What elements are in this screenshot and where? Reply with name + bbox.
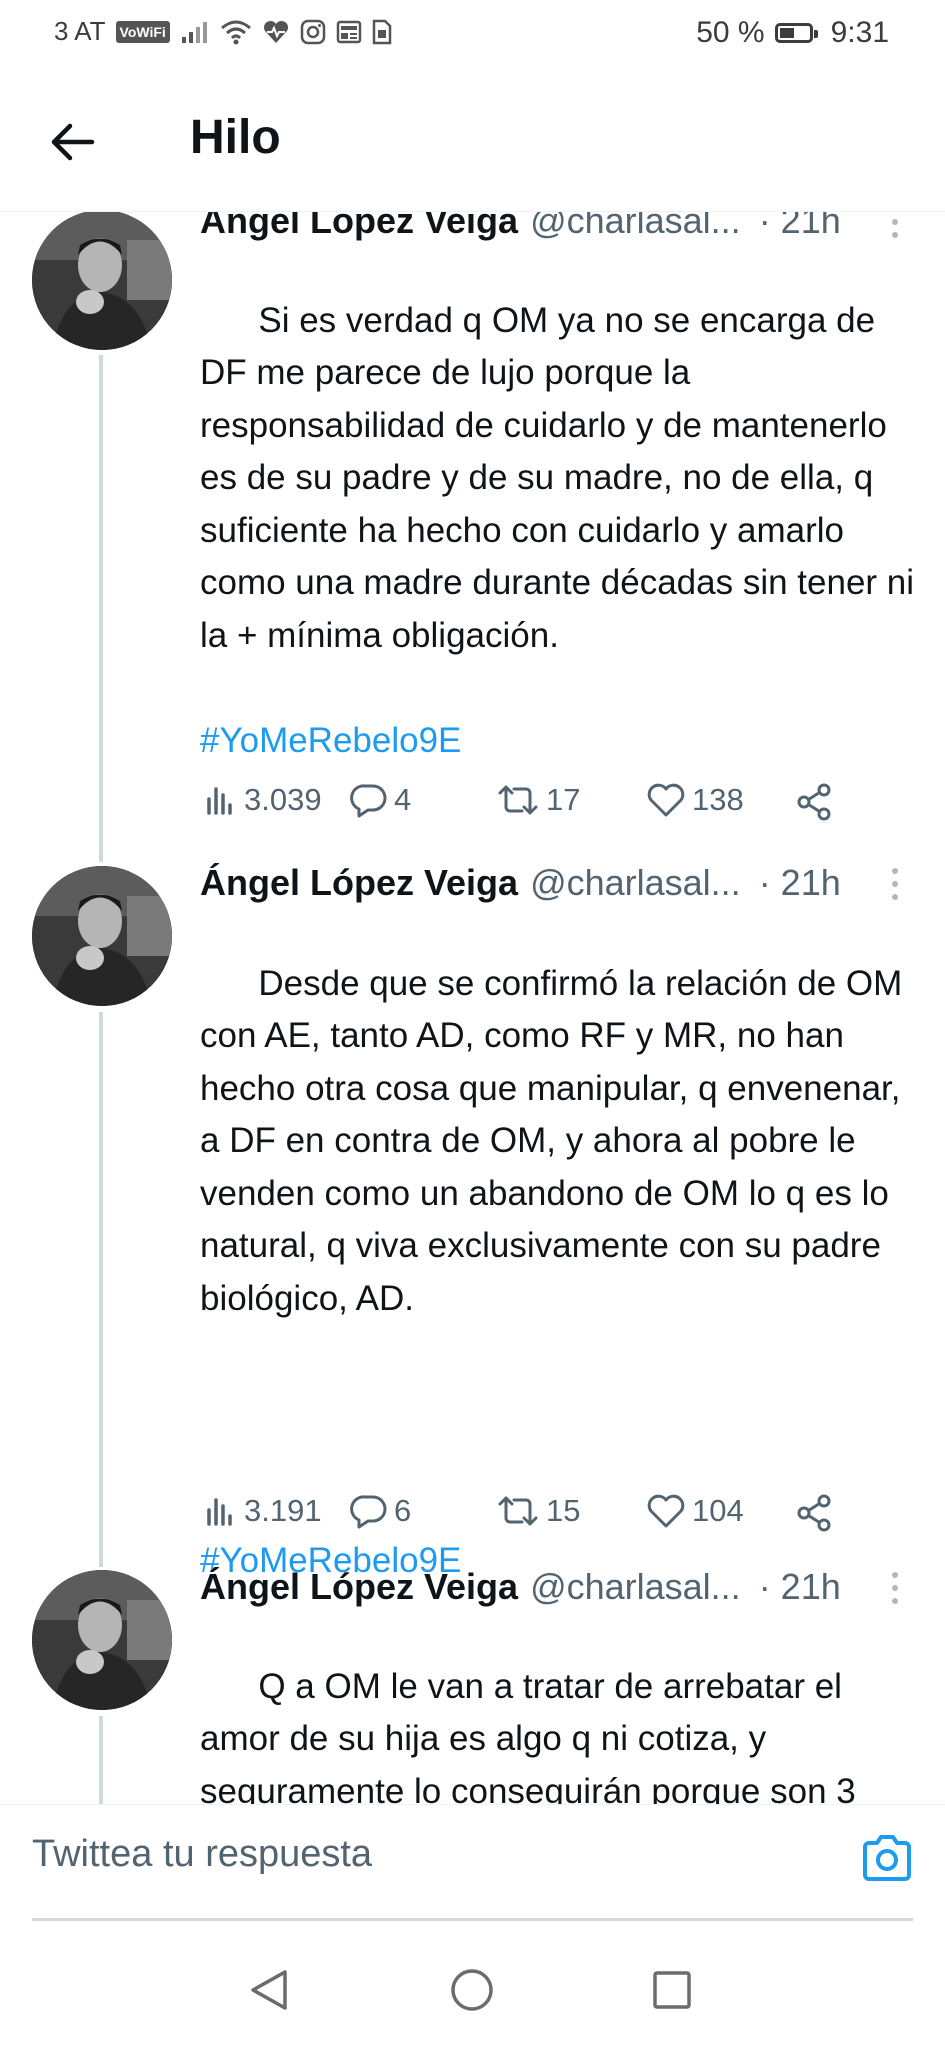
tweet-text: Q a OM le van a tratar de arrebatar el a… — [200, 1608, 920, 1805]
reply-icon — [350, 1495, 387, 1529]
reply-button[interactable]: 4 — [350, 782, 411, 818]
camera-button[interactable] — [859, 1831, 915, 1887]
author-name[interactable]: Ángel López Veiga — [200, 212, 518, 242]
tweet[interactable]: Ángel López Veiga @charlasal... · 21h De… — [0, 852, 945, 1580]
thread-list[interactable]: Ángel López Veiga @charlasal... · 21h Si… — [0, 212, 945, 1804]
author-handle[interactable]: @charlasal... — [530, 1566, 741, 1608]
views-count: 3.039 — [244, 782, 322, 817]
wifi-icon — [220, 20, 251, 44]
tweet-time[interactable]: · 21h — [759, 212, 841, 242]
retweet-icon — [498, 1496, 538, 1526]
reply-composer: Twittea tu respuesta — [0, 1804, 945, 1921]
avatar[interactable] — [32, 866, 172, 1006]
hashtag-link[interactable]: #YoMeRebelo9E — [200, 715, 920, 768]
system-nav-bar — [0, 1920, 945, 2048]
heart-icon — [647, 1494, 685, 1528]
retweet-button[interactable]: 17 — [496, 782, 580, 818]
heart-icon — [647, 783, 685, 817]
thread-line — [99, 355, 103, 855]
avatar[interactable] — [32, 1570, 172, 1710]
tweet-header: Ángel López Veiga @charlasal... · 21h — [200, 862, 841, 904]
tweet-body: Q a OM le van a tratar de arrebatar el a… — [200, 1666, 856, 1805]
clock: 9:31 — [830, 16, 889, 49]
tweet-text: Si es verdad q OM ya no se encarga de DF… — [200, 242, 920, 872]
instagram-icon — [300, 19, 326, 44]
battery-percent: 50 % — [696, 16, 765, 49]
retweet-icon — [498, 785, 538, 815]
retweet-count: 17 — [546, 782, 581, 817]
battery-fill — [779, 28, 794, 38]
news-icon — [336, 20, 362, 43]
tweet-header: Ángel López Veiga @charlasal... · 21h — [200, 212, 841, 242]
author-handle[interactable]: @charlasal... — [530, 862, 741, 904]
reply-input[interactable]: Twittea tu respuesta — [32, 1833, 372, 1876]
share-button[interactable] — [794, 1493, 834, 1533]
tweet-time[interactable]: · 21h — [759, 1566, 841, 1608]
vowifi-badge: VoWiFi — [115, 20, 170, 43]
tweet[interactable]: Ángel López Veiga @charlasal... · 21h Si… — [0, 212, 945, 855]
nav-back-icon — [251, 1970, 287, 2010]
tweet-time[interactable]: · 21h — [759, 862, 841, 904]
tweet-actions: 3.191 6 15 104 — [200, 1493, 860, 1537]
arrow-left-icon — [51, 123, 95, 161]
avatar-image — [32, 212, 172, 350]
more-options-button[interactable] — [889, 1572, 901, 1604]
reply-count: 4 — [394, 782, 412, 817]
thread-line — [99, 1562, 103, 1567]
back-button[interactable] — [44, 114, 100, 170]
reply-icon — [350, 784, 387, 818]
reply-count: 6 — [394, 1493, 412, 1528]
heart-rate-icon — [263, 20, 288, 43]
views-count: 3.191 — [244, 1493, 322, 1528]
tweet-body: Desde que se confirmó la relación de OM … — [200, 963, 913, 1318]
more-options-button[interactable] — [889, 212, 901, 238]
header: Hilo — [0, 68, 945, 212]
nav-recents-button[interactable] — [642, 1960, 702, 2020]
page-title: Hilo — [190, 111, 281, 164]
thread-line — [99, 1012, 103, 1562]
carrier-label: 3 AT — [54, 16, 106, 46]
author-name[interactable]: Ángel López Veiga — [200, 1566, 518, 1608]
tweet-header: Ángel López Veiga @charlasal... · 21h — [200, 1566, 841, 1608]
thread-line — [99, 1716, 103, 1804]
thread-line — [99, 852, 103, 862]
status-bar: 3 AT VoWiFi 50 % 9:31 — [0, 0, 945, 68]
like-button[interactable]: 104 — [646, 1493, 744, 1529]
views-button[interactable]: 3.191 — [204, 1493, 322, 1529]
nav-home-icon — [451, 1969, 493, 2011]
tweet-body: Si es verdad q OM ya no se encarga de DF… — [200, 300, 924, 655]
nav-recents-icon — [653, 1971, 691, 2009]
nav-back-button[interactable] — [240, 1960, 300, 2020]
tweet[interactable]: Ángel López Veiga @charlasal... · 21h Q … — [0, 1562, 945, 1804]
retweet-count: 15 — [546, 1493, 581, 1528]
avatar-image — [32, 1570, 172, 1710]
tweet-actions: 3.039 4 17 138 — [200, 782, 860, 826]
avatar-image — [32, 866, 172, 1006]
avatar[interactable] — [32, 212, 172, 350]
nav-home-button[interactable] — [442, 1960, 502, 2020]
share-icon — [797, 1494, 831, 1532]
signal-icon — [181, 21, 207, 43]
battery-icon — [774, 23, 818, 43]
analytics-icon — [207, 1498, 232, 1526]
like-count: 104 — [692, 1493, 744, 1528]
analytics-icon — [207, 787, 232, 815]
like-button[interactable]: 138 — [646, 782, 744, 818]
retweet-button[interactable]: 15 — [496, 1493, 580, 1529]
sim-card-icon — [372, 19, 392, 44]
share-icon — [797, 783, 831, 821]
reply-button[interactable]: 6 — [350, 1493, 411, 1529]
more-options-button[interactable] — [889, 868, 901, 900]
camera-icon — [863, 1835, 911, 1881]
author-name[interactable]: Ángel López Veiga — [200, 862, 518, 904]
share-button[interactable] — [794, 782, 834, 822]
views-button[interactable]: 3.039 — [204, 782, 322, 818]
author-handle[interactable]: @charlasal... — [530, 212, 741, 242]
like-count: 138 — [692, 782, 744, 817]
